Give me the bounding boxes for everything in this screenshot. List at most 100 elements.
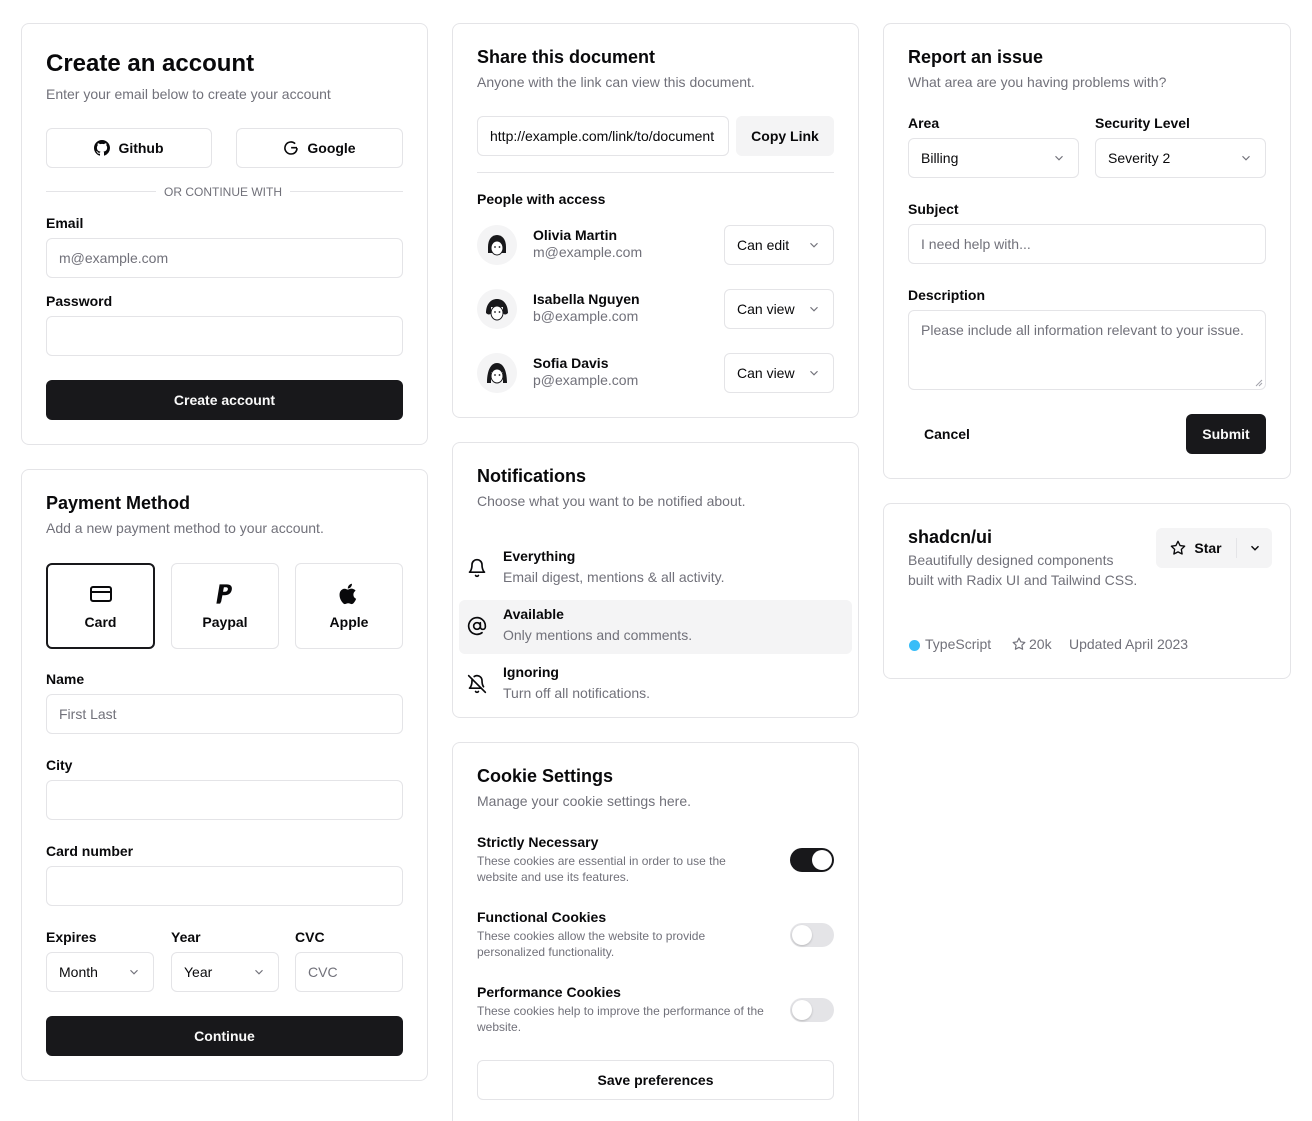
share-subtitle: Anyone with the link can view this docum… xyxy=(477,74,755,90)
cvc-field[interactable]: CVC xyxy=(295,952,403,992)
share-document-card: Share this document Anyone with the link… xyxy=(452,23,859,418)
chevron-down-icon xyxy=(130,969,138,975)
notification-option-description: Only mentions and comments. xyxy=(503,627,693,643)
payment-option-paypal[interactable]: Paypal xyxy=(171,563,279,649)
area-value: Billing xyxy=(921,150,959,166)
share-link-value: http://example.com/link/to/document xyxy=(490,128,715,144)
avatar-illustration xyxy=(477,353,517,393)
create-account-subtitle: Enter your email below to create your ac… xyxy=(46,86,331,102)
cookie-item-description: These cookies help to improve the perfor… xyxy=(477,1004,764,1034)
report-subtitle: What area are you having problems with? xyxy=(908,74,1167,90)
email-field[interactable]: m@example.com xyxy=(46,238,403,278)
chevron-down-icon xyxy=(1250,545,1259,551)
repo-updated: Updated April 2023 xyxy=(1069,636,1189,652)
google-label: Google xyxy=(307,140,356,156)
name-placeholder: First Last xyxy=(59,706,117,722)
password-label: Password xyxy=(46,293,113,309)
permission-select[interactable]: Can view xyxy=(724,289,834,329)
payment-option-label: Paypal xyxy=(202,614,248,630)
star-button-group: Star xyxy=(1156,528,1272,568)
cookie-item-description: These cookies are essential in order to … xyxy=(477,854,726,884)
avatar xyxy=(477,353,517,393)
notification-option-title: Available xyxy=(503,606,564,622)
performance-cookies-toggle[interactable] xyxy=(790,998,834,1022)
strictly-necessary-toggle[interactable] xyxy=(790,848,834,872)
toggle-knob xyxy=(812,850,832,870)
month-select[interactable]: Month xyxy=(46,952,154,992)
subject-placeholder: I need help with... xyxy=(921,236,1031,252)
cookie-item-description: These cookies allow the website to provi… xyxy=(477,929,706,959)
area-select[interactable]: Billing xyxy=(908,138,1079,178)
functional-cookies-toggle[interactable] xyxy=(790,923,834,947)
payment-option-card[interactable]: Card xyxy=(46,563,155,649)
description-textarea[interactable]: Please include all information relevant … xyxy=(908,310,1266,390)
security-level-select[interactable]: Severity 2 xyxy=(1095,138,1266,178)
notification-option-description: Email digest, mentions & all activity. xyxy=(503,569,725,585)
name-label: Name xyxy=(46,671,85,687)
cvc-placeholder: CVC xyxy=(308,964,338,980)
permission-select[interactable]: Can view xyxy=(724,353,834,393)
divider-text: OR CONTINUE WITH xyxy=(156,185,290,199)
cancel-button[interactable]: Cancel xyxy=(908,414,986,454)
language-dot xyxy=(909,640,920,651)
save-preferences-button[interactable]: Save preferences xyxy=(477,1060,834,1100)
submit-button[interactable]: Submit xyxy=(1186,414,1266,454)
create-account-card: Create an account Enter your email below… xyxy=(21,23,428,445)
password-field[interactable] xyxy=(46,316,403,356)
permission-value: Can edit xyxy=(737,237,790,253)
subject-field[interactable]: I need help with... xyxy=(908,224,1266,264)
share-title: Share this document xyxy=(477,47,656,67)
github-label: Github xyxy=(118,140,164,156)
google-button[interactable]: Google xyxy=(236,128,403,168)
year-select[interactable]: Year xyxy=(171,952,279,992)
notification-option-ignoring[interactable]: Ignoring Turn off all notifications. xyxy=(459,658,852,712)
payment-option-apple[interactable]: Apple xyxy=(295,563,403,649)
permission-select[interactable]: Can edit xyxy=(724,225,834,265)
city-field[interactable] xyxy=(46,780,403,820)
email-label: Email xyxy=(46,215,84,231)
github-button[interactable]: Github xyxy=(46,128,212,168)
share-link-input[interactable]: http://example.com/link/to/document xyxy=(477,116,729,156)
permission-value: Can view xyxy=(737,301,795,317)
continue-button[interactable]: Continue xyxy=(46,1016,403,1056)
person-name: Sofia Davis xyxy=(533,355,609,371)
apple-icon xyxy=(339,583,357,605)
description-label: Description xyxy=(908,287,986,303)
card-number-field[interactable] xyxy=(46,866,403,906)
bell-off-icon xyxy=(467,674,487,694)
copy-link-button[interactable]: Copy Link xyxy=(736,116,834,156)
chevron-down-icon xyxy=(810,370,818,376)
payment-option-label: Apple xyxy=(329,614,369,630)
report-issue-card: Report an issue What area are you having… xyxy=(883,23,1291,479)
star-dropdown-button[interactable] xyxy=(1237,528,1272,568)
repo-language: TypeScript xyxy=(925,636,992,652)
star-icon xyxy=(1012,637,1026,650)
notifications-card: Notifications Choose what you want to be… xyxy=(452,442,859,718)
notification-option-available[interactable]: Available Only mentions and comments. xyxy=(459,600,852,654)
cookie-item-title: Performance Cookies xyxy=(477,984,621,1000)
avatar xyxy=(477,289,517,329)
repo-card: shadcn/ui Beautifully designed component… xyxy=(883,503,1291,679)
repo-name[interactable]: shadcn/ui xyxy=(908,527,992,548)
person-email: m@example.com xyxy=(533,244,643,260)
toggle-knob xyxy=(792,1000,812,1020)
star-button[interactable]: Star xyxy=(1156,528,1236,568)
name-field[interactable]: First Last xyxy=(46,694,403,734)
subject-label: Subject xyxy=(908,201,959,217)
avatar-illustration xyxy=(477,289,517,329)
city-label: City xyxy=(46,757,73,773)
cookie-item-title: Strictly Necessary xyxy=(477,834,599,850)
area-label: Area xyxy=(908,115,940,131)
notification-option-everything[interactable]: Everything Email digest, mentions & all … xyxy=(459,542,852,596)
security-level-label: Security Level xyxy=(1095,115,1190,131)
toggle-knob xyxy=(792,925,812,945)
chevron-down-icon xyxy=(255,969,263,975)
month-value: Month xyxy=(59,964,98,980)
separator xyxy=(477,172,834,173)
create-account-button[interactable]: Create account xyxy=(46,380,403,420)
paypal-icon xyxy=(216,584,232,604)
resize-handle-icon[interactable] xyxy=(1255,379,1263,387)
cookie-item-title: Functional Cookies xyxy=(477,909,607,925)
year-label: Year xyxy=(171,929,201,945)
repo-description: Beautifully designed components built wi… xyxy=(908,552,1138,588)
